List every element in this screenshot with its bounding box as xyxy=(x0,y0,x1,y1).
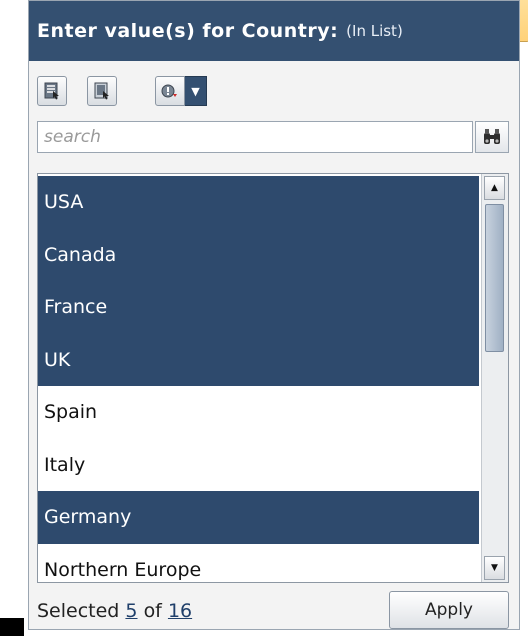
list-item[interactable]: Northern Europe xyxy=(38,544,479,583)
total-count-link[interactable]: 16 xyxy=(168,600,192,622)
country-list: USA Canada France UK Spain Italy Germany Northe… xyxy=(38,176,479,583)
corner-mark xyxy=(0,618,24,636)
deselect-all-icon xyxy=(94,82,109,100)
search-button[interactable] xyxy=(475,121,509,153)
apply-button[interactable]: Apply xyxy=(389,591,509,629)
info-icon xyxy=(161,84,177,98)
list-item[interactable]: Canada xyxy=(38,228,479,281)
list-item[interactable]: Germany xyxy=(38,491,479,544)
screen: Enter value(s) for Country: (In List) ▼ … xyxy=(0,0,528,636)
listbox-scrollbar[interactable]: ▲ ▼ xyxy=(481,174,508,582)
selected-label: Selected xyxy=(37,600,120,622)
scroll-up-arrow-icon[interactable]: ▲ xyxy=(484,176,505,200)
scroll-down-arrow-icon[interactable]: ▼ xyxy=(484,556,505,580)
select-all-icon xyxy=(44,82,59,100)
list-item[interactable]: Spain xyxy=(38,386,479,439)
list-item[interactable]: Italy xyxy=(38,439,479,492)
select-all-button[interactable] xyxy=(37,76,67,106)
country-listbox[interactable]: USA Canada France UK Spain Italy Germany Northe… xyxy=(37,173,509,583)
dialog-titlebar: Enter value(s) for Country: (In List) xyxy=(29,1,519,61)
mode-button[interactable] xyxy=(155,76,185,106)
prompt-dialog: Enter value(s) for Country: (In List) ▼ … xyxy=(28,0,520,630)
toolbar: ▼ xyxy=(37,75,207,107)
list-item[interactable]: UK xyxy=(38,333,479,386)
binoculars-icon xyxy=(484,129,500,144)
search-input[interactable] xyxy=(37,121,473,153)
mode-dropdown[interactable]: ▼ xyxy=(155,76,207,106)
list-item[interactable]: France xyxy=(38,281,479,334)
deselect-all-button[interactable] xyxy=(87,76,117,106)
dialog-title: Enter value(s) for Country: xyxy=(37,20,339,42)
scrollbar-thumb[interactable] xyxy=(485,204,504,352)
search-row xyxy=(37,121,509,153)
caret-down-icon[interactable]: ▼ xyxy=(185,76,207,106)
selected-count-link[interactable]: 5 xyxy=(125,600,137,622)
of-label: of xyxy=(143,600,162,622)
list-item[interactable]: USA xyxy=(38,176,479,229)
dialog-body: ▼ USACanadaFr xyxy=(29,61,519,629)
selection-summary: Selected 5 of 16 xyxy=(37,600,192,622)
dialog-footer: Selected 5 of 16 Apply xyxy=(37,591,509,631)
dialog-subtitle: (In List) xyxy=(346,22,403,40)
